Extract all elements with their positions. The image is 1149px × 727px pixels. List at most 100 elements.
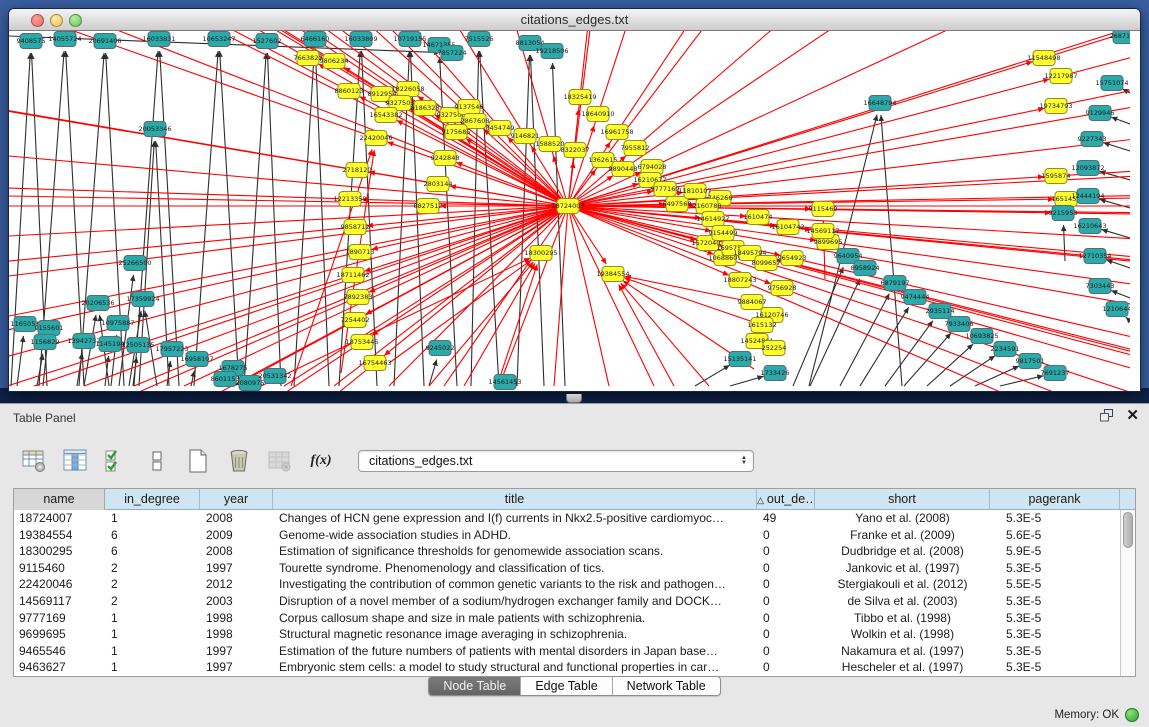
- graph-node[interactable]: 9242848: [431, 151, 460, 166]
- graph-node[interactable]: 9215953: [1049, 206, 1078, 221]
- graph-node[interactable]: 14055724: [48, 32, 81, 47]
- column-header-name[interactable]: name: [14, 489, 105, 510]
- graph-node[interactable]: 2803144: [424, 177, 453, 192]
- graph-node[interactable]: 8186328: [411, 101, 440, 116]
- tab-network-table[interactable]: Network Table: [613, 677, 720, 695]
- graph-node[interactable]: 1615132: [748, 318, 777, 333]
- graph-node[interactable]: 9408575: [17, 34, 46, 49]
- graph-node[interactable]: 1595874: [1042, 169, 1071, 184]
- graph-node[interactable]: 2718120: [343, 163, 372, 178]
- graph-node[interactable]: 7857224: [438, 46, 467, 61]
- column-settings-icon[interactable]: [61, 447, 89, 475]
- graph-node[interactable]: 15751074: [1095, 76, 1128, 91]
- table-selector-dropdown[interactable]: citations_edges.txt ▲▼: [358, 450, 754, 472]
- graph-node[interactable]: 7892383: [344, 290, 373, 305]
- graph-node[interactable]: 19734793: [1039, 99, 1072, 114]
- row-height-icon[interactable]: [143, 447, 171, 475]
- graph-node[interactable]: 18711462: [336, 268, 369, 283]
- graph-node[interactable]: 8099657: [752, 256, 781, 271]
- graph-node[interactable]: 9115460: [809, 202, 838, 217]
- graph-node[interactable]: 1145194: [96, 337, 125, 352]
- graph-node[interactable]: 9474444: [901, 290, 930, 305]
- graph-node[interactable]: 7303443: [1086, 279, 1115, 294]
- graph-node[interactable]: 9129946: [1086, 106, 1115, 121]
- graph-node[interactable]: 16648794: [863, 96, 896, 111]
- table-row[interactable]: 946554611997Estimation of the future num…: [14, 643, 1135, 660]
- scrollbar-thumb[interactable]: [1123, 512, 1133, 548]
- graph-node[interactable]: 1890713: [346, 245, 375, 260]
- graph-node[interactable]: 9756928: [768, 281, 797, 296]
- graph-node[interactable]: 16033809: [344, 32, 377, 47]
- window-titlebar[interactable]: citations_edges.txt: [9, 9, 1140, 31]
- graph-node[interactable]: 7955812: [621, 141, 650, 156]
- graph-node[interactable]: 7515526: [465, 32, 494, 47]
- graph-node[interactable]: 16104742: [771, 220, 804, 235]
- table-scrollbar[interactable]: [1120, 510, 1135, 676]
- graph-node[interactable]: 9137546: [455, 100, 484, 115]
- graph-node[interactable]: 19384554: [596, 267, 629, 282]
- close-panel-icon[interactable]: ✕: [1126, 409, 1139, 422]
- graph-node[interactable]: 7663822: [294, 51, 323, 66]
- column-header-year[interactable]: year: [200, 489, 273, 510]
- delete-column-icon[interactable]: [225, 447, 253, 475]
- graph-node[interactable]: 9245022: [426, 341, 455, 356]
- graph-node[interactable]: 9884067: [738, 295, 767, 310]
- graph-node[interactable]: 18640910: [581, 107, 614, 122]
- graph-node[interactable]: 7933406: [945, 317, 974, 332]
- graph-node[interactable]: 1733426: [761, 366, 790, 381]
- graph-node[interactable]: 7691237: [1041, 366, 1070, 381]
- zoom-window-button[interactable]: [69, 14, 82, 27]
- graph-node[interactable]: 1527602: [253, 34, 282, 49]
- graph-node[interactable]: 1156829: [31, 335, 60, 350]
- graph-node[interactable]: 2687124: [1110, 31, 1130, 44]
- graph-node[interactable]: 18325419: [563, 90, 596, 105]
- graph-node[interactable]: 9777169: [651, 182, 680, 197]
- create-column-icon[interactable]: [184, 447, 212, 475]
- table-row[interactable]: 2242004622012Investigating the contribut…: [14, 576, 1135, 593]
- graph-node[interactable]: 16754463: [358, 356, 391, 371]
- tab-node-table[interactable]: Node Table: [429, 677, 521, 695]
- column-header-in_degree[interactable]: in_degree: [105, 489, 200, 510]
- panel-splitter-handle[interactable]: [566, 394, 582, 403]
- graph-node[interactable]: 6466160: [301, 32, 330, 47]
- table-row[interactable]: 1830029562008Estimation of significance …: [14, 543, 1135, 560]
- graph-node[interactable]: 9175685: [442, 125, 471, 140]
- graph-node[interactable]: 9806234: [320, 54, 349, 69]
- graph-node[interactable]: 8322037: [561, 143, 590, 158]
- close-window-button[interactable]: [31, 14, 44, 27]
- graph-node[interactable]: 12217987: [1044, 69, 1077, 84]
- column-header-pagerank[interactable]: pagerank: [990, 489, 1120, 510]
- graph-node[interactable]: 9890448: [609, 162, 638, 177]
- graph-node[interactable]: 10975887: [101, 316, 134, 331]
- graph-node[interactable]: 9858712: [341, 220, 370, 235]
- network-canvas[interactable]: 1872400788601238912954182260589327503165…: [9, 31, 1140, 392]
- column-header-title[interactable]: title: [273, 489, 757, 510]
- graph-node[interactable]: 9654923: [778, 251, 807, 266]
- graph-node[interactable]: 1210644: [1103, 302, 1130, 317]
- column-header-out_de[interactable]: △out_de…: [757, 489, 815, 510]
- table-row[interactable]: 1872400712008Changes of HCN gene express…: [14, 510, 1135, 527]
- graph-node[interactable]: 8958924: [851, 261, 880, 276]
- graph-node[interactable]: 16210643: [1073, 219, 1106, 234]
- graph-node[interactable]: 7254402: [341, 313, 370, 328]
- function-builder-icon[interactable]: f(x): [307, 447, 335, 475]
- column-header-short[interactable]: short: [815, 489, 990, 510]
- graph-node[interactable]: 10693825: [965, 329, 998, 344]
- table-settings-icon[interactable]: [20, 447, 48, 475]
- table-row[interactable]: 969969511998Structural magnetic resonanc…: [14, 626, 1135, 643]
- graph-node[interactable]: 8827512: [414, 199, 443, 214]
- graph-node[interactable]: 15135141: [723, 352, 756, 367]
- tab-edge-table[interactable]: Edge Table: [521, 677, 612, 695]
- table-row[interactable]: 1456911722003Disruption of a novel membe…: [14, 593, 1135, 610]
- graph-node[interactable]: 9155601: [35, 321, 64, 336]
- graph-node[interactable]: 16033831: [142, 32, 175, 47]
- select-columns-icon[interactable]: [102, 447, 130, 475]
- graph-node[interactable]: 9154499: [709, 226, 738, 241]
- graph-node[interactable]: 1610474: [744, 210, 773, 225]
- graph-node[interactable]: 11548498: [1027, 51, 1060, 66]
- graph-node[interactable]: 12213359: [333, 192, 366, 207]
- delete-table-icon[interactable]: [266, 447, 294, 475]
- graph-node[interactable]: 20206536: [81, 296, 114, 311]
- graph-node[interactable]: 22420046: [359, 131, 392, 146]
- table-row[interactable]: 946362711997Embryonic stem cells: a mode…: [14, 659, 1135, 676]
